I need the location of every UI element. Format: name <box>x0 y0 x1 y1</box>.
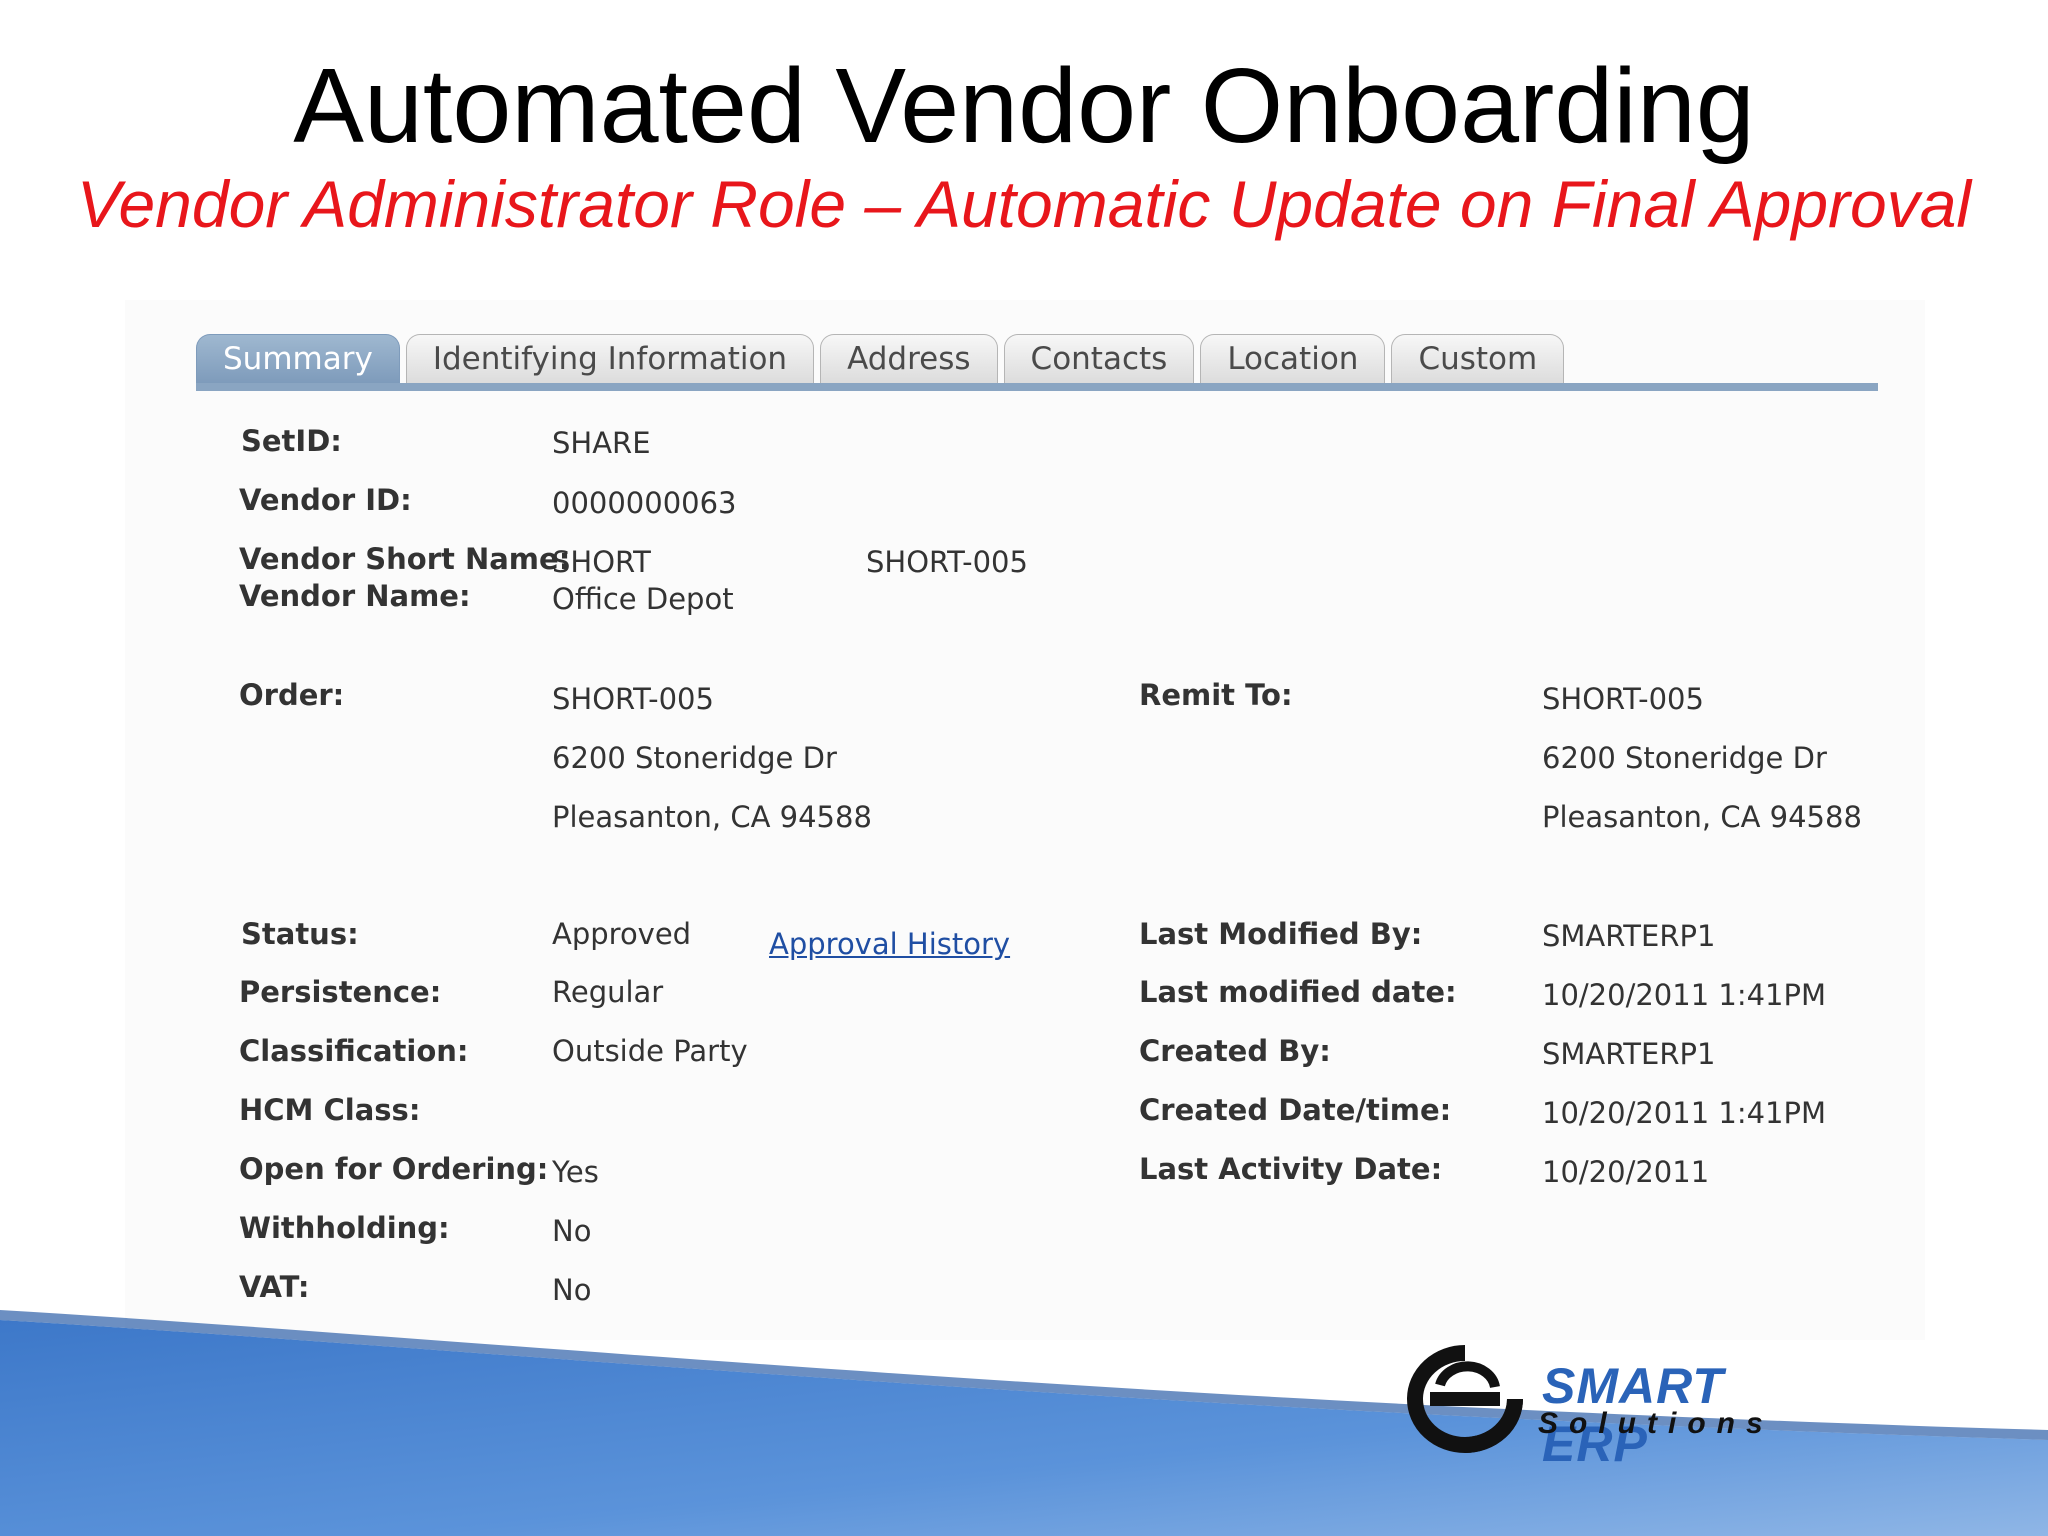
last-modified-date-value: 10/20/2011 1:41PM <box>1542 978 1826 1012</box>
withholding-label: Withholding: <box>239 1211 450 1245</box>
order-label: Order: <box>239 678 345 712</box>
persistence-value: Regular <box>552 975 664 1009</box>
tab-address[interactable]: Address <box>820 334 998 383</box>
remit-line-1: SHORT-005 <box>1542 682 1704 716</box>
classification-label: Classification: <box>239 1034 469 1068</box>
created-by-label: Created By: <box>1139 1034 1331 1068</box>
order-line-3: Pleasanton, CA 94588 <box>552 800 872 834</box>
vendor-id-value: 0000000063 <box>552 486 737 520</box>
classification-value: Outside Party <box>552 1034 748 1068</box>
open-for-ordering-label: Open for Ordering: <box>239 1152 549 1186</box>
tab-location[interactable]: Location <box>1200 334 1386 383</box>
vendor-short-name-label: Vendor Short Name: <box>239 542 571 576</box>
created-datetime-label: Created Date/time: <box>1139 1093 1452 1127</box>
tab-identifying-information[interactable]: Identifying Information <box>405 334 815 383</box>
hcm-class-label: HCM Class: <box>239 1093 421 1127</box>
vendor-short-name-code: SHORT-005 <box>866 545 1028 579</box>
last-modified-date-label: Last modified date: <box>1139 975 1457 1009</box>
tab-strip: Summary Identifying Information Address … <box>196 334 1565 384</box>
status-label: Status: <box>241 917 359 951</box>
vendor-name-label: Vendor Name: <box>239 579 471 613</box>
persistence-label: Persistence: <box>239 975 442 1009</box>
smart-erp-emblem-icon <box>1407 1345 1523 1453</box>
vendor-name-value: Office Depot <box>552 582 734 616</box>
tab-summary[interactable]: Summary <box>196 334 400 383</box>
vendor-id-label: Vendor ID: <box>239 483 412 517</box>
withholding-value: No <box>552 1214 592 1248</box>
slide-subtitle: Vendor Administrator Role – Automatic Up… <box>76 167 1972 241</box>
smart-erp-logo: SMART ERP Solutions <box>1400 1345 1820 1472</box>
last-modified-by-label: Last Modified By: <box>1139 917 1423 951</box>
vendor-short-name-value: SHORT <box>552 545 651 579</box>
tab-contacts[interactable]: Contacts <box>1003 334 1195 383</box>
remit-line-3: Pleasanton, CA 94588 <box>1542 800 1862 834</box>
slide-title: Automated Vendor Onboarding <box>293 47 1755 165</box>
last-modified-by-value: SMARTERP1 <box>1542 919 1716 953</box>
tab-underline-bar <box>196 383 1878 391</box>
status-value: Approved <box>552 917 692 951</box>
open-for-ordering-value: Yes <box>552 1155 599 1189</box>
order-line-2: 6200 Stoneridge Dr <box>552 741 837 775</box>
last-activity-date-label: Last Activity Date: <box>1139 1152 1443 1186</box>
approval-history-link[interactable]: Approval History <box>769 927 1010 961</box>
last-activity-date-value: 10/20/2011 <box>1542 1155 1710 1189</box>
tab-custom[interactable]: Custom <box>1391 334 1565 383</box>
order-line-1: SHORT-005 <box>552 682 714 716</box>
setid-value: SHARE <box>552 426 651 460</box>
remit-line-2: 6200 Stoneridge Dr <box>1542 741 1827 775</box>
setid-label: SetID: <box>241 424 342 458</box>
created-by-value: SMARTERP1 <box>1542 1037 1716 1071</box>
remit-to-label: Remit To: <box>1139 678 1293 712</box>
created-datetime-value: 10/20/2011 1:41PM <box>1542 1096 1826 1130</box>
logo-tagline-text: Solutions <box>1538 1407 1774 1440</box>
